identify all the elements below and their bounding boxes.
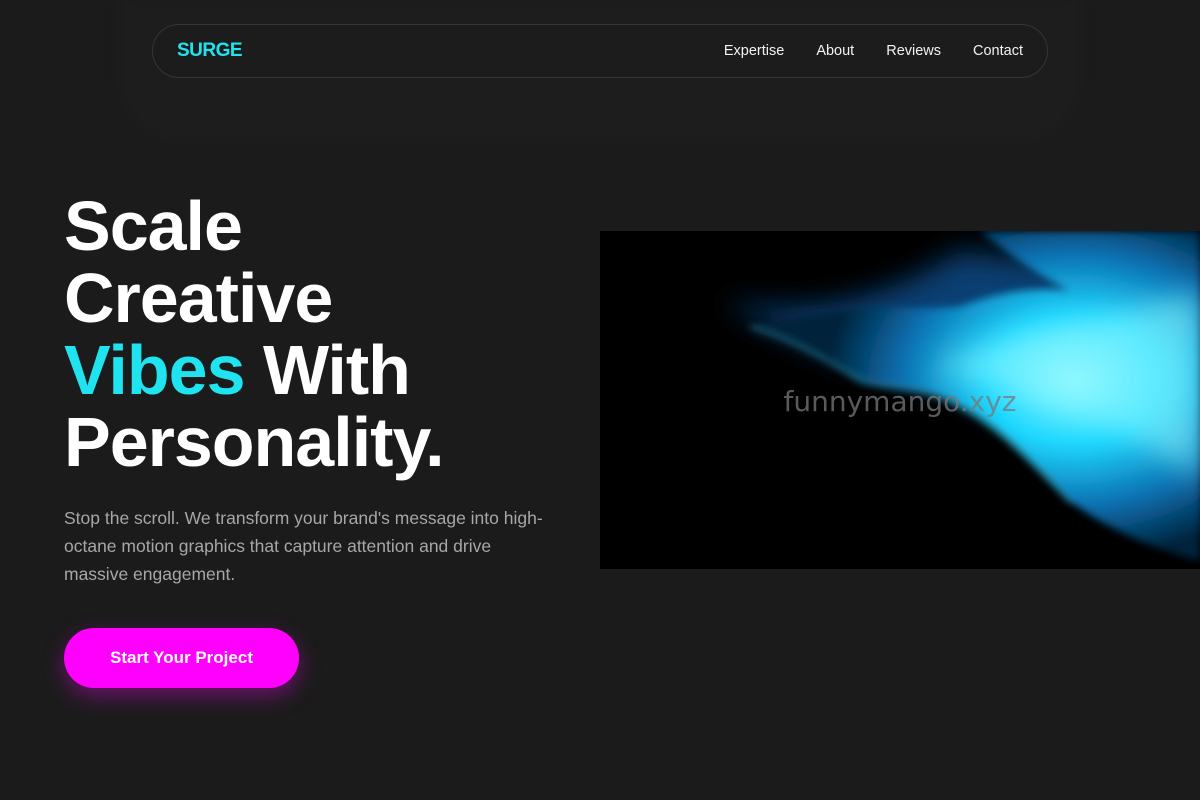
nav-link-about[interactable]: About <box>816 43 854 59</box>
hero-subtext: Stop the scroll. We transform your brand… <box>64 508 543 584</box>
headline-line-1: Scale <box>64 187 243 265</box>
start-project-button[interactable]: Start Your Project <box>64 628 299 688</box>
nav-link-reviews[interactable]: Reviews <box>886 43 941 59</box>
visual-watermark: funnymango.xyz <box>783 385 1017 418</box>
brand-logo[interactable]: SURGE <box>177 40 243 62</box>
hero-visual: funnymango.xyz <box>600 231 1200 569</box>
headline-line-4: Personality. <box>64 403 445 481</box>
hero-headline: Scale Creative Vibes With Personality. <box>64 190 584 478</box>
headline-line-3: With <box>244 331 411 409</box>
headline-line-2: Creative <box>64 259 333 337</box>
nav-link-contact[interactable]: Contact <box>973 43 1023 59</box>
nav-link-expertise[interactable]: Expertise <box>724 43 784 59</box>
headline-accent: Vibes <box>64 331 245 409</box>
navbar: SURGE Expertise About Reviews Contact <box>152 24 1048 78</box>
nav-links: Expertise About Reviews Contact <box>724 43 1023 59</box>
